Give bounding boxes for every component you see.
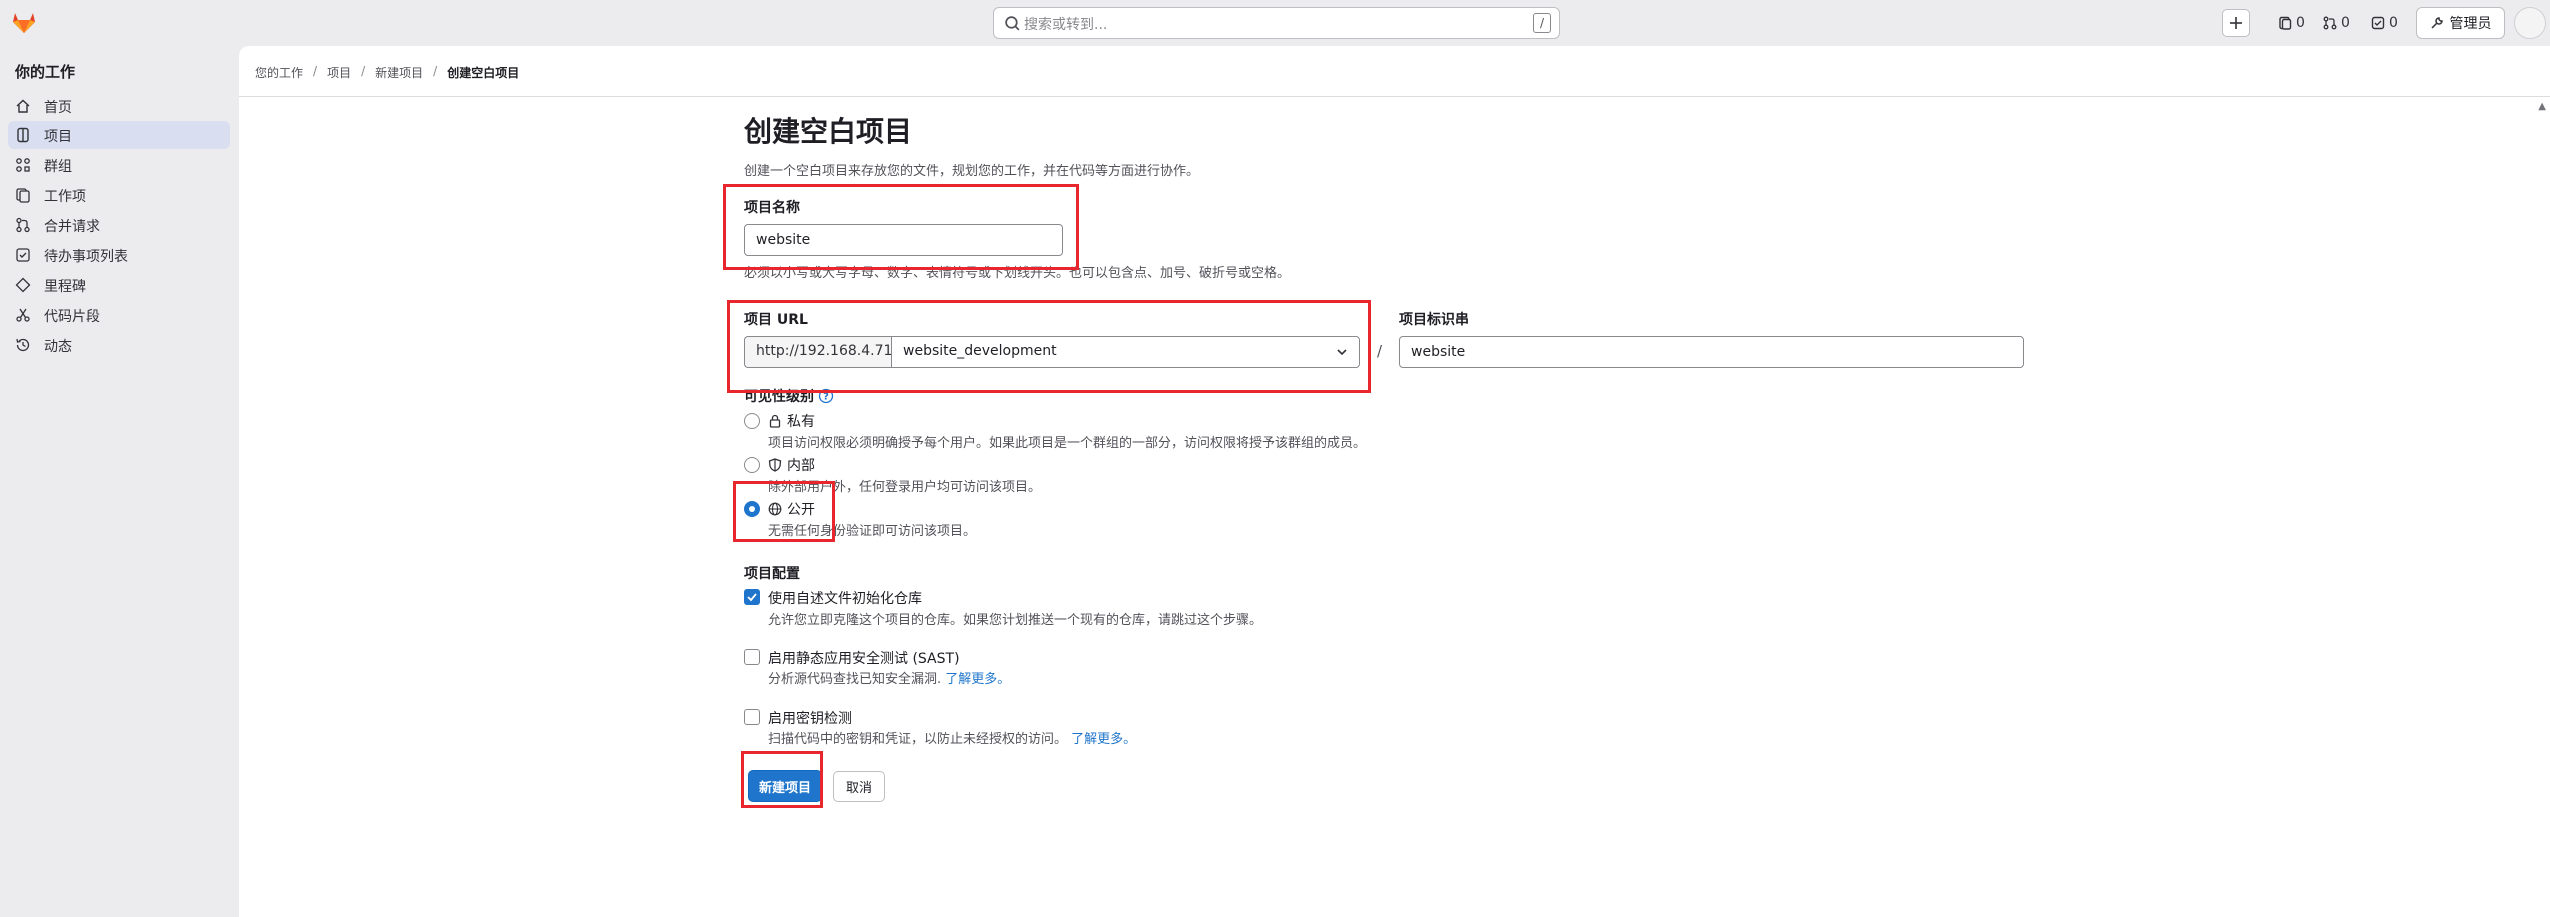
sidebar: 你的工作 首页 项目 群组 工作项 合并请求 待办事项列表 里程碑 代码片段 动…	[0, 46, 238, 917]
user-avatar[interactable]	[2514, 7, 2546, 39]
init-readme-label[interactable]: 使用自述文件初始化仓库	[768, 588, 922, 608]
sidebar-item-milestones[interactable]: 里程碑	[8, 271, 230, 299]
shield-icon	[768, 458, 782, 472]
init-readme-checkbox[interactable]	[744, 589, 760, 605]
gitlab-logo-icon[interactable]	[10, 8, 38, 36]
page-description: 创建一个空白项目来存放您的文件，规划您的工作，并在代码等方面进行协作。	[744, 164, 1200, 179]
sidebar-item-label: 待办事项列表	[44, 249, 128, 265]
sidebar-title: 你的工作	[15, 63, 76, 81]
wrench-icon	[2430, 17, 2443, 29]
search-shortcut-key: /	[1533, 13, 1551, 33]
highlight-create-button	[741, 751, 823, 808]
breadcrumb-separator: /	[433, 64, 438, 78]
search-placeholder: 搜索或转到...	[1024, 17, 1108, 33]
scroll-up-icon[interactable]: ▲	[2538, 101, 2546, 112]
sidebar-item-projects[interactable]: 项目	[8, 121, 230, 149]
admin-button[interactable]: 管理员	[2416, 7, 2505, 39]
highlight-project-name	[723, 184, 1079, 270]
sidebar-item-snippets[interactable]: 代码片段	[8, 301, 230, 329]
breadcrumb-separator: /	[361, 64, 366, 78]
todo-icon	[16, 248, 30, 262]
sidebar-item-label: 工作项	[44, 189, 86, 205]
secret-detection-desc: 扫描代码中的密钥和凭证，以防止未经授权的访问。	[768, 732, 1068, 747]
visibility-private-option[interactable]: 私有	[768, 411, 815, 431]
lock-icon	[769, 414, 781, 428]
enable-secret-detection-label[interactable]: 启用密钥检测	[768, 708, 852, 728]
issues-icon	[2279, 16, 2292, 30]
search-input[interactable]: 搜索或转到... /	[993, 7, 1560, 39]
project-icon	[17, 127, 29, 143]
issues-button[interactable]: 0	[2278, 10, 2305, 36]
project-slug-label: 项目标识串	[1399, 312, 1469, 328]
breadcrumb-new-project[interactable]: 新建项目	[375, 64, 423, 81]
breadcrumb-separator: /	[313, 64, 318, 78]
todos-count: 0	[2389, 15, 2398, 31]
breadcrumb-your-work[interactable]: 您的工作	[255, 64, 303, 81]
enable-sast-desc-row: 分析源代码查找已知安全漏洞. 了解更多。	[768, 668, 1010, 687]
enable-secret-detection-checkbox[interactable]	[744, 709, 760, 725]
sast-learn-more-link[interactable]: 了解更多。	[945, 672, 1010, 687]
todos-button[interactable]: 0	[2371, 10, 2398, 36]
visibility-private-label: 私有	[787, 414, 815, 430]
main-content: 您的工作 / 项目 / 新建项目 / 创建空白项目 ▲	[239, 46, 2550, 917]
merge-request-icon	[2323, 16, 2337, 30]
sidebar-item-activity[interactable]: 动态	[8, 331, 230, 359]
search-icon	[1005, 16, 1020, 31]
issues-count: 0	[2296, 15, 2305, 31]
enable-sast-desc: 分析源代码查找已知安全漏洞.	[768, 672, 942, 687]
work-item-icon	[16, 188, 30, 203]
sidebar-item-label: 合并请求	[44, 219, 100, 235]
secret-detection-desc-row: 扫描代码中的密钥和凭证，以防止未经授权的访问。 了解更多。	[768, 728, 1136, 747]
secret-detection-learn-more-link[interactable]: 了解更多。	[1071, 732, 1136, 747]
plus-icon	[2230, 17, 2242, 29]
merge-requests-count: 0	[2341, 15, 2350, 31]
visibility-internal-option[interactable]: 内部	[768, 455, 815, 475]
sidebar-item-merge-requests[interactable]: 合并请求	[8, 211, 230, 239]
breadcrumb: 您的工作 / 项目 / 新建项目 / 创建空白项目	[255, 64, 519, 81]
init-readme-desc: 允许您立即克隆这个项目的仓库。如果您计划推送一个现有的仓库，请跳过这个步骤。	[768, 613, 1263, 628]
sidebar-item-home[interactable]: 首页	[8, 92, 230, 120]
url-separator: /	[1377, 342, 1383, 360]
visibility-private-radio[interactable]	[744, 413, 760, 429]
merge-requests-button[interactable]: 0	[2323, 10, 2350, 36]
header-divider	[239, 96, 2550, 97]
breadcrumb-current[interactable]: 创建空白项目	[447, 64, 519, 81]
sidebar-item-label: 里程碑	[44, 279, 86, 295]
sidebar-item-label: 动态	[44, 339, 72, 355]
sidebar-item-label: 项目	[44, 129, 72, 145]
svg-text:?: ?	[823, 392, 829, 403]
project-slug-input[interactable]	[1399, 336, 2024, 368]
check-icon	[747, 593, 757, 602]
sidebar-item-todos[interactable]: 待办事项列表	[8, 241, 230, 269]
history-icon	[16, 338, 30, 352]
snippet-icon	[16, 308, 30, 322]
todo-icon	[2371, 16, 2385, 30]
breadcrumb-projects[interactable]: 项目	[327, 64, 351, 81]
sidebar-item-label: 首页	[44, 100, 72, 116]
merge-request-icon	[16, 217, 30, 233]
milestone-icon	[15, 277, 31, 293]
cancel-button[interactable]: 取消	[833, 771, 885, 802]
sidebar-item-label: 代码片段	[44, 309, 100, 325]
home-icon	[16, 99, 30, 113]
highlight-project-url	[727, 300, 1371, 393]
visibility-internal-radio[interactable]	[744, 457, 760, 473]
sidebar-item-groups[interactable]: 群组	[8, 151, 230, 179]
visibility-internal-label: 内部	[787, 458, 815, 474]
enable-sast-checkbox[interactable]	[744, 649, 760, 665]
visibility-private-desc: 项目访问权限必须明确授予每个用户。如果此项目是一个群组的一部分，访问权限将授予该…	[768, 436, 1367, 451]
top-bar: 搜索或转到... / 0 0 0 管理员	[0, 0, 2550, 46]
sidebar-item-label: 群组	[44, 159, 72, 175]
page-title: 创建空白项目	[744, 115, 913, 148]
enable-sast-label[interactable]: 启用静态应用安全测试 (SAST)	[768, 648, 960, 668]
create-new-button[interactable]	[2222, 9, 2250, 37]
project-config-label: 项目配置	[744, 566, 800, 582]
sidebar-item-work-items[interactable]: 工作项	[8, 181, 230, 209]
admin-label: 管理员	[2449, 16, 2492, 32]
highlight-public-option	[733, 481, 835, 542]
group-icon	[16, 158, 30, 172]
